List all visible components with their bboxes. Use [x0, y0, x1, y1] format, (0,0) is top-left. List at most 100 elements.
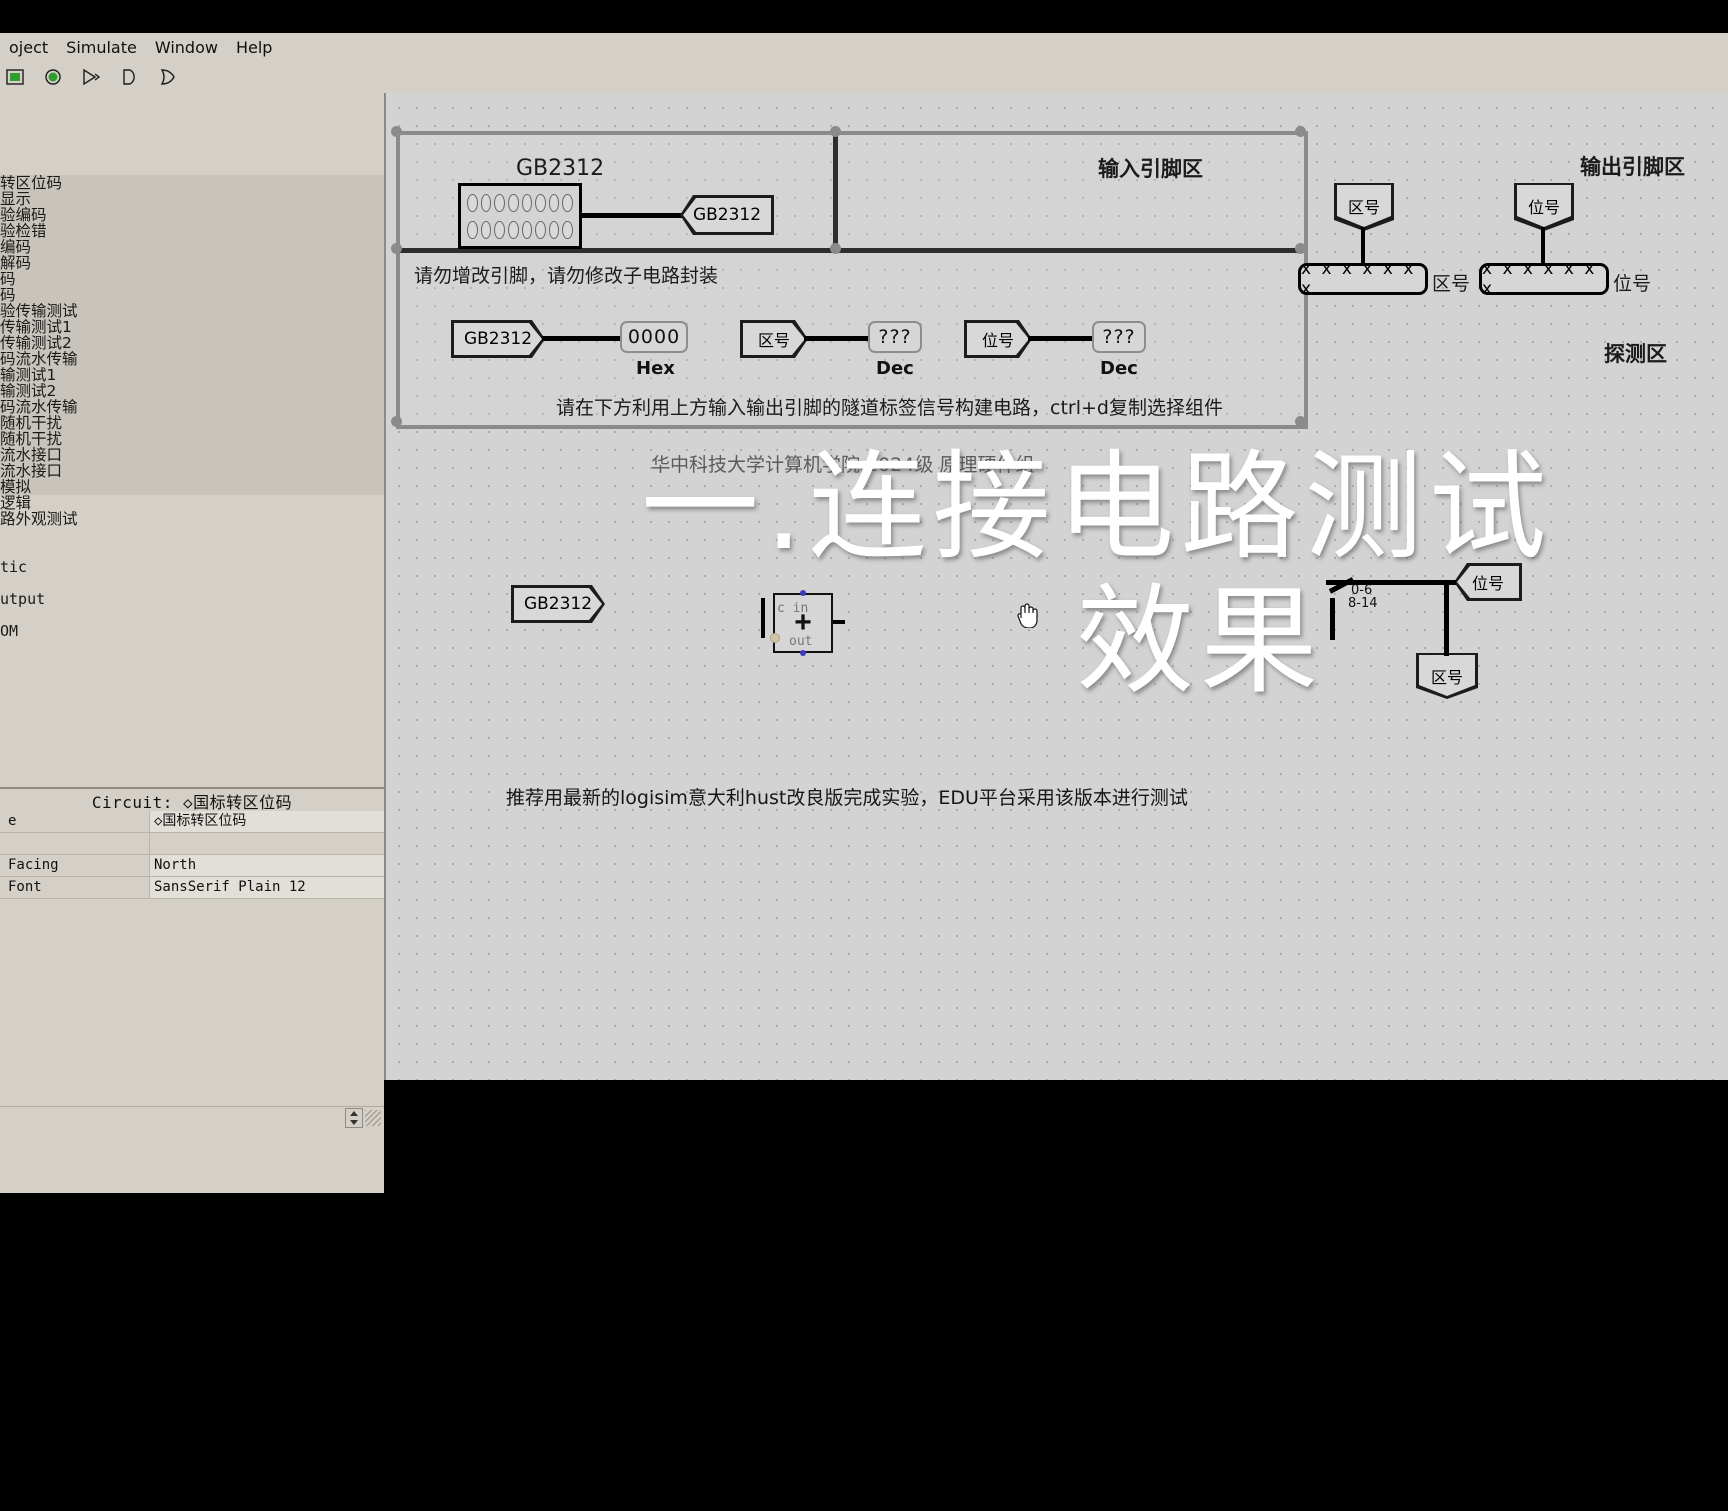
- circuit-canvas[interactable]: 输入引脚区 GB2312 GB2312 GB2312 请勿增改引脚，请勿修改子电…: [386, 93, 1728, 1080]
- tree-item[interactable]: 解码: [0, 255, 384, 271]
- input-pin-gb2312[interactable]: [458, 183, 582, 249]
- pin-bit[interactable]: [535, 193, 546, 212]
- pin-bit[interactable]: [548, 220, 560, 239]
- poke-tool-icon[interactable]: [4, 66, 26, 88]
- frame-node: [1295, 126, 1306, 137]
- output-pin-weihao[interactable]: x x x x x x x: [1479, 259, 1609, 299]
- select-tool-icon[interactable]: [42, 66, 64, 88]
- pin-bit[interactable]: [521, 193, 533, 212]
- library-item[interactable]: tic: [0, 559, 384, 575]
- tree-item[interactable]: 转区位码: [0, 175, 384, 191]
- not-gate-icon[interactable]: [118, 66, 140, 88]
- menu-window[interactable]: Window: [146, 36, 227, 59]
- pin-bit[interactable]: [494, 220, 505, 239]
- tree-item[interactable]: 模拟: [0, 479, 384, 495]
- library-item[interactable]: utput: [0, 591, 384, 607]
- explorer-panel: 转区位码 显示 验编码 验检错 编码 解码码码验传输测试 传输测试1 传输测试2 码流水传输 输测…: [0, 93, 386, 1193]
- tree-item[interactable]: 验检错: [0, 223, 384, 239]
- tree-item[interactable]: 逻辑: [0, 495, 384, 511]
- probe-weihao[interactable]: ???: [1092, 321, 1146, 353]
- pin-bit[interactable]: [535, 220, 546, 239]
- adder-handle-bottom[interactable]: [800, 650, 806, 656]
- wiring-tool-icon[interactable]: [80, 66, 102, 88]
- tunnel-weihao-work-face: 位号: [1457, 566, 1519, 598]
- property-row-empty: [0, 1172, 384, 1193]
- property-row[interactable]: [0, 833, 384, 855]
- wire-to-weihao: [1326, 580, 1456, 585]
- tree-item[interactable]: 验编码: [0, 207, 384, 223]
- menu-project[interactable]: oject: [0, 36, 57, 59]
- tree-item[interactable]: 显示: [0, 191, 384, 207]
- scroll-spinner[interactable]: [345, 1108, 363, 1128]
- property-value: [149, 1025, 384, 1046]
- frame-node: [391, 416, 402, 427]
- pin-bit[interactable]: [467, 193, 478, 212]
- adder-handle-top[interactable]: [800, 590, 806, 596]
- footer-note: 推荐用最新的logisim意大利hust改良版完成实验，EDU平台采用该版本进行…: [506, 787, 1188, 809]
- pin-bit[interactable]: [521, 220, 533, 239]
- property-row-empty: [0, 920, 384, 941]
- menu-help[interactable]: Help: [227, 36, 281, 59]
- tunnel-quhao-probe-face: 区号: [743, 323, 805, 355]
- property-row[interactable]: Facing North: [0, 855, 384, 877]
- tree-item[interactable]: 随机干扰: [0, 431, 384, 447]
- adder-component[interactable]: + c in out: [773, 593, 833, 653]
- tree-item[interactable]: 流水接口: [0, 447, 384, 463]
- project-tree[interactable]: 转区位码 显示 验编码 验检错 编码 解码码码验传输测试 传输测试1 传输测试2 码流水传输 输测…: [0, 175, 384, 775]
- property-row[interactable]: e ◇国标转区位码: [0, 811, 384, 833]
- resize-grip-icon[interactable]: [365, 1110, 381, 1126]
- property-value: [149, 1130, 384, 1151]
- tool-bar: [0, 61, 1728, 94]
- property-value[interactable]: North: [150, 855, 384, 876]
- probe-quhao-radix: Dec: [876, 358, 914, 379]
- tree-item[interactable]: 码流水传输: [0, 351, 384, 367]
- tree-item[interactable]: 验传输测试: [0, 303, 384, 319]
- property-key: [0, 1025, 149, 1046]
- property-value: [149, 899, 384, 920]
- output-pin-quhao[interactable]: x x x x x x x: [1298, 259, 1428, 299]
- tree-item[interactable]: 传输测试2: [0, 335, 384, 351]
- property-row[interactable]: Font SansSerif Plain 12: [0, 877, 384, 899]
- pin-bit[interactable]: [494, 193, 505, 212]
- pin-bit[interactable]: [507, 220, 519, 239]
- menu-bar: oject Simulate Window Help: [0, 33, 1728, 61]
- library-item[interactable]: OM: [0, 623, 384, 639]
- property-value[interactable]: SansSerif Plain 12: [150, 877, 384, 898]
- probe-region-note: 请在下方利用上方输入输出引脚的隧道标签信号构建电路，ctrl+d复制选择组件: [556, 397, 1223, 419]
- property-row-empty: [0, 1067, 384, 1088]
- adder-port-out: [770, 633, 780, 643]
- probe-gb2312[interactable]: 0000: [620, 321, 688, 353]
- property-key: [0, 1151, 149, 1172]
- pin-bit[interactable]: [480, 220, 492, 239]
- menu-simulate[interactable]: Simulate: [57, 36, 146, 59]
- pin-bit[interactable]: [562, 193, 573, 212]
- tree-item[interactable]: 编码: [0, 239, 384, 255]
- property-value[interactable]: [150, 833, 384, 854]
- tree-item[interactable]: 码流水传输: [0, 399, 384, 415]
- property-value: [149, 1151, 384, 1172]
- tree-item[interactable]: 码: [0, 287, 384, 303]
- tree-item[interactable]: 流水接口: [0, 463, 384, 479]
- probe-weihao-radix: Dec: [1100, 358, 1138, 379]
- property-row-empty: [0, 962, 384, 983]
- tree-item[interactable]: 随机干扰: [0, 415, 384, 431]
- pin-bit[interactable]: [548, 193, 560, 212]
- tree-item[interactable]: 输测试1: [0, 367, 384, 383]
- tree-item[interactable]: 输测试2: [0, 383, 384, 399]
- logisim-window: oject Simulate Window Help 转区位码 显示 验编码 验…: [0, 33, 1728, 1193]
- pin-bit[interactable]: [562, 220, 573, 239]
- wire-probe-gb2312: [542, 336, 622, 341]
- tree-item[interactable]: 传输测试1: [0, 319, 384, 335]
- tree-item[interactable]: 码: [0, 271, 384, 287]
- output-pin-quhao-label: 区号: [1432, 273, 1471, 295]
- pin-bit[interactable]: [507, 193, 519, 212]
- pin-bit[interactable]: [480, 193, 492, 212]
- output-pin-weihao-label: 位号: [1613, 273, 1652, 295]
- or-gate-icon[interactable]: [156, 66, 178, 88]
- tree-item[interactable]: 路外观测试: [0, 511, 384, 527]
- probe-quhao[interactable]: ???: [868, 321, 922, 353]
- property-value[interactable]: ◇国标转区位码: [150, 811, 384, 832]
- pin-bit[interactable]: [467, 220, 478, 239]
- wire-probe-quhao: [804, 336, 870, 341]
- frame-node: [1295, 243, 1306, 254]
